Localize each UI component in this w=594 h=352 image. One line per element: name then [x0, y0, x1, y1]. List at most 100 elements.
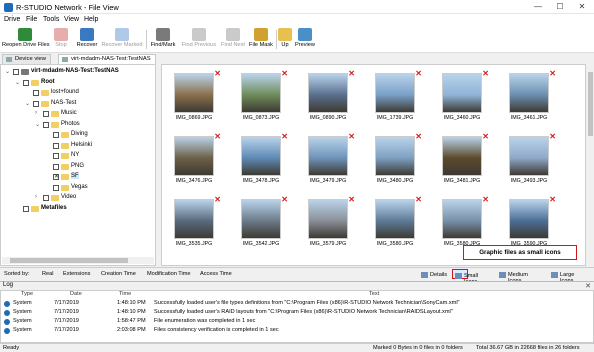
- log-row[interactable]: System 7/17/2019 1:58:47 PM File enumeratio…: [1, 318, 594, 326]
- log-header-text[interactable]: Text: [369, 291, 379, 299]
- scrollbar-thumb[interactable]: [10, 258, 128, 263]
- large-icons-view-button[interactable]: Large Icons: [549, 269, 574, 284]
- file-thumbnail-item[interactable]: ✕ IMG_0873.JPG: [233, 69, 289, 127]
- sort-access-time[interactable]: Access Time: [200, 271, 232, 277]
- expander-icon[interactable]: ›: [35, 194, 42, 200]
- maximize-button[interactable]: ☐: [549, 1, 571, 13]
- file-thumbnail-item[interactable]: ✕ IMG_3579.JPG: [300, 195, 356, 253]
- info-icon: [4, 328, 10, 334]
- node-checkbox[interactable]: [53, 132, 59, 138]
- info-icon: [4, 301, 10, 307]
- file-thumbnail-grid[interactable]: ✕ IMG_0869.JPG ✕ IMG_0873.JPG ✕ IMG_0890.JPG ✕…: [161, 64, 586, 266]
- toolbar-separator: [146, 30, 147, 49]
- expander-icon[interactable]: ⌄: [35, 121, 42, 128]
- file-thumbnail-item[interactable]: ✕ IMG_3479.JPG: [300, 132, 356, 190]
- file-thumbnail-item[interactable]: ✕ IMG_3493.JPG: [501, 132, 557, 190]
- log-row[interactable]: System 7/17/2019 1:48:10 PM Successfully lo…: [1, 300, 594, 308]
- log-row[interactable]: System 7/17/2019 2:03:08 PM Files consisten…: [1, 327, 594, 335]
- folder-tree[interactable]: ⌄ virt-mdadm-NAS-Test:TestNAS ⌄ Root lost+fo…: [0, 64, 156, 266]
- deleted-mark-icon: ✕: [549, 69, 556, 78]
- preview-button[interactable]: Preview: [294, 27, 316, 52]
- image-thumbnail: [442, 73, 482, 113]
- file-thumbnail-item[interactable]: ✕ IMG_3460.JPG: [434, 69, 490, 127]
- expander-icon[interactable]: ⌄: [5, 68, 12, 75]
- file-thumbnail-item[interactable]: ✕ IMG_3478.JPG: [233, 132, 289, 190]
- up-button[interactable]: Up: [278, 27, 292, 52]
- sort-extensions[interactable]: Extensions: [63, 271, 90, 277]
- log-time: 1:48:10 PM: [117, 309, 146, 315]
- node-label: Video: [61, 194, 77, 200]
- node-checkbox[interactable]: [53, 153, 59, 159]
- log-header-type[interactable]: Type: [21, 291, 33, 299]
- menu-view[interactable]: View: [64, 16, 79, 23]
- file-thumbnail-item[interactable]: ✕ IMG_3461.JPG: [501, 69, 557, 127]
- sort-modification-time[interactable]: Modification Time: [147, 271, 191, 277]
- menu-drive[interactable]: Drive: [4, 16, 20, 23]
- title-bar: R-STUDIO Network - File View — ☐ ✕: [0, 0, 594, 14]
- node-checkbox[interactable]: [43, 121, 49, 128]
- preview-icon: [298, 28, 312, 41]
- node-checkbox[interactable]: [53, 173, 59, 180]
- medium-icons-view-button[interactable]: Medium Icons: [497, 269, 528, 284]
- file-thumbnail-item[interactable]: ✕ IMG_0869.JPG: [166, 69, 222, 127]
- node-checkbox[interactable]: [23, 79, 29, 86]
- expander-icon[interactable]: ⌄: [25, 100, 32, 107]
- file-thumbnail-item[interactable]: ✕ IMG_3481.JPG: [434, 132, 490, 190]
- node-checkbox[interactable]: [53, 142, 59, 149]
- log-date: 7/17/2019: [54, 300, 79, 306]
- node-checkbox[interactable]: [33, 100, 39, 107]
- expander-icon[interactable]: ›: [35, 110, 42, 116]
- expander-icon[interactable]: ⌄: [15, 79, 22, 86]
- log-time: 1:48:10 PM: [117, 300, 146, 306]
- file-thumbnail-item[interactable]: ✕ IMG_3476.JPG: [166, 132, 222, 190]
- log-type: System: [13, 327, 32, 333]
- node-checkbox[interactable]: [43, 111, 49, 117]
- node-checkbox[interactable]: [33, 90, 39, 96]
- toolbar-separator: [276, 30, 277, 49]
- file-thumbnail-item[interactable]: ✕ IMG_3580.JPG: [367, 195, 423, 253]
- find-previous-button[interactable]: Find Previous: [180, 27, 218, 52]
- node-checkbox[interactable]: [23, 205, 29, 212]
- sort-creation-time[interactable]: Creation Time: [101, 271, 136, 277]
- recover-marked-button[interactable]: Recover Marked: [101, 27, 143, 52]
- log-header-date[interactable]: Date: [70, 291, 82, 299]
- minimize-button[interactable]: —: [527, 1, 549, 13]
- node-checkbox[interactable]: [53, 163, 59, 170]
- details-view-button[interactable]: Details: [419, 269, 447, 279]
- node-checkbox[interactable]: [43, 195, 49, 201]
- log-text: Successfully loaded user's file types de…: [154, 300, 460, 306]
- file-thumbnail-item[interactable]: ✕ IMG_0890.JPG: [300, 69, 356, 127]
- file-name: IMG_0873.JPG: [242, 115, 280, 121]
- find-mark-button[interactable]: Find/Mark: [148, 27, 178, 52]
- file-name: IMG_3480.JPG: [376, 178, 414, 184]
- tree-horizontal-scrollbar[interactable]: [2, 257, 154, 264]
- log-row[interactable]: System 7/17/2019 1:48:10 PM Successfully lo…: [1, 309, 594, 317]
- menu-help[interactable]: Help: [84, 16, 98, 23]
- tab-device-view[interactable]: Device view: [2, 54, 51, 64]
- node-checkbox[interactable]: [13, 69, 19, 75]
- recover-button[interactable]: Recover: [74, 27, 100, 52]
- sort-real[interactable]: Real: [42, 271, 54, 277]
- log-header-time[interactable]: Time: [119, 291, 131, 299]
- close-button[interactable]: ✕: [571, 1, 593, 13]
- log-text: File enumeration was completed in 1 sec: [154, 318, 256, 324]
- deleted-mark-icon: ✕: [281, 195, 288, 204]
- file-thumbnail-item[interactable]: ✕ IMG_1739.JPG: [367, 69, 423, 127]
- tab-file-view[interactable]: virt-mdadm-NAS-Test:TestNAS: [58, 54, 156, 64]
- menu-tools[interactable]: Tools: [43, 16, 59, 23]
- stop-button[interactable]: Stop: [50, 27, 72, 52]
- drive-icon: [62, 57, 68, 62]
- grid-vertical-scrollbar[interactable]: [587, 64, 594, 266]
- small-icons-view-button[interactable]: Small Icons: [452, 269, 478, 285]
- log-close-button[interactable]: ✕: [585, 282, 591, 290]
- scrollbar-thumb[interactable]: [588, 72, 593, 136]
- menu-file[interactable]: File: [26, 16, 37, 23]
- log-panel[interactable]: Type Date Time Text System 7/17/2019 1:48:…: [0, 290, 594, 343]
- node-checkbox[interactable]: [53, 184, 59, 191]
- file-thumbnail-item[interactable]: ✕ IMG_3542.JPG: [233, 195, 289, 253]
- reopen-drive-files-button[interactable]: Reopen Drive Files: [2, 27, 50, 52]
- file-mask-button[interactable]: File Mask: [248, 27, 274, 52]
- file-thumbnail-item[interactable]: ✕ IMG_3480.JPG: [367, 132, 423, 190]
- find-next-button[interactable]: Find Next: [219, 27, 247, 52]
- file-thumbnail-item[interactable]: ✕ IMG_3535.JPG: [166, 195, 222, 253]
